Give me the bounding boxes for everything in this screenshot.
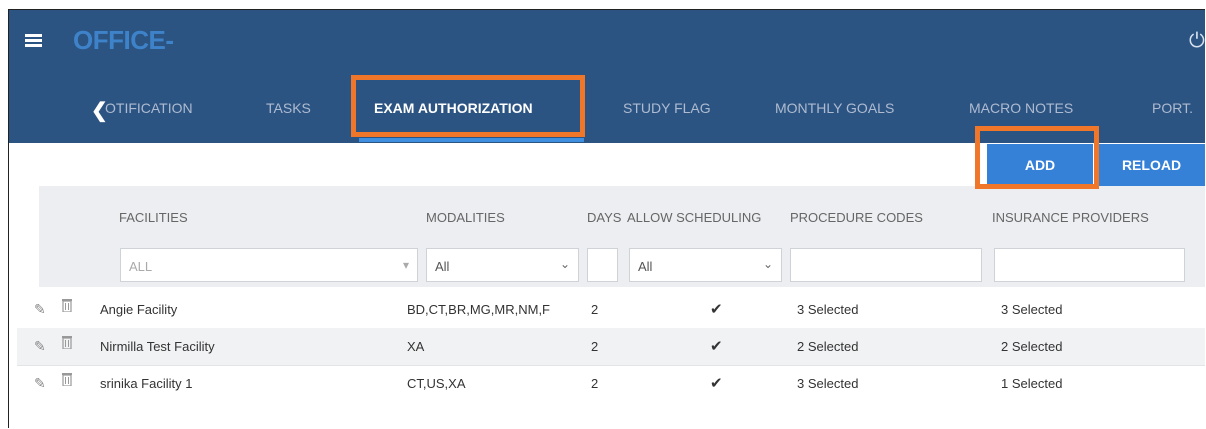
active-tab-indicator	[359, 138, 584, 142]
edit-icon[interactable]: ✎	[34, 301, 46, 318]
days-cell: 2	[591, 339, 599, 354]
tab-notification[interactable]: OTIFICATION	[105, 100, 193, 116]
check-icon: ✔	[710, 338, 723, 355]
facility-cell: Nirmilla Test Facility	[100, 339, 215, 354]
edit-icon[interactable]: ✎	[34, 338, 46, 355]
modalities-cell: CT,US,XA	[407, 376, 466, 391]
facilities-filter[interactable]: ALL ▾	[120, 248, 418, 282]
column-header-days[interactable]: DAYS	[587, 210, 624, 225]
tab-tasks[interactable]: TASKS	[266, 100, 311, 116]
chevron-down-icon: ⌄	[762, 257, 773, 271]
highlight-box-exam-authorization	[351, 75, 585, 137]
column-header-insurance-providers[interactable]: INSURANCE PROVIDERS	[992, 210, 1149, 225]
trash-icon[interactable]	[62, 335, 72, 349]
facility-cell: Angie Facility	[100, 302, 178, 317]
tab-monthly-goals[interactable]: MONTHLY GOALS	[775, 100, 894, 116]
menu-icon[interactable]	[25, 34, 42, 48]
insurance-cell: 1 Selected	[1001, 376, 1063, 391]
column-header-facilities[interactable]: FACILITIES	[119, 210, 188, 225]
procedure-codes-filter[interactable]	[790, 248, 982, 282]
tab-macro-notes[interactable]: MACRO NOTES	[969, 100, 1073, 116]
tab-bar: OTIFICATION TASKS EXAM AUTHORIZATION STU…	[9, 100, 1205, 128]
dropdown-caret-icon: ▾	[402, 258, 409, 272]
column-header-allow-scheduling[interactable]: ALLOW SCHEDULING	[627, 210, 761, 225]
edit-icon[interactable]: ✎	[34, 375, 46, 392]
trash-icon[interactable]	[62, 298, 72, 312]
insurance-cell: 2 Selected	[1001, 339, 1063, 354]
check-icon: ✔	[710, 375, 723, 392]
procedure-codes-cell: 3 Selected	[797, 302, 859, 317]
table-row[interactable]: ✎ Nirmilla Test Facility XA 2 ✔ 2 Select…	[17, 328, 1205, 366]
tab-port[interactable]: PORT.	[1152, 100, 1193, 116]
modalities-cell: BD,CT,BR,MG,MR,NM,F	[407, 302, 550, 317]
days-filter[interactable]	[587, 248, 618, 282]
power-icon[interactable]: ⏻	[1189, 30, 1205, 53]
grid-header: FACILITIES MODALITIES DAYS ALLOW SCHEDUL…	[39, 186, 1205, 287]
procedure-codes-cell: 3 Selected	[797, 376, 859, 391]
app-title[interactable]: OFFICE-	[73, 25, 174, 56]
allow-scheduling-filter[interactable]: All ⌄	[629, 248, 782, 282]
app-window: OFFICE- ⏻ ❮ OTIFICATION TASKS EXAM AUTHO…	[8, 9, 1205, 428]
insurance-providers-filter[interactable]	[994, 248, 1185, 282]
header-bar: OFFICE- ⏻ ❮ OTIFICATION TASKS EXAM AUTHO…	[9, 10, 1205, 143]
facility-cell: srinika Facility 1	[100, 376, 193, 391]
reload-button[interactable]: RELOAD	[1098, 144, 1205, 186]
table-row[interactable]: ✎ Angie Facility BD,CT,BR,MG,MR,NM,F 2 ✔…	[17, 291, 1205, 329]
days-cell: 2	[591, 376, 599, 391]
table-row[interactable]: ✎ srinika Facility 1 CT,US,XA 2 ✔ 3 Sele…	[17, 365, 1205, 402]
chevron-down-icon: ⌄	[559, 257, 570, 271]
highlight-box-add	[975, 126, 1099, 189]
column-header-modalities[interactable]: MODALITIES	[426, 210, 505, 225]
column-header-procedure-codes[interactable]: PROCEDURE CODES	[790, 210, 923, 225]
trash-icon[interactable]	[62, 372, 72, 386]
procedure-codes-cell: 2 Selected	[797, 339, 859, 354]
days-cell: 2	[591, 302, 599, 317]
modalities-cell: XA	[407, 339, 425, 354]
modalities-filter[interactable]: All ⌄	[426, 248, 579, 282]
insurance-cell: 3 Selected	[1001, 302, 1063, 317]
check-icon: ✔	[710, 301, 723, 318]
tab-study-flag[interactable]: STUDY FLAG	[623, 100, 711, 116]
